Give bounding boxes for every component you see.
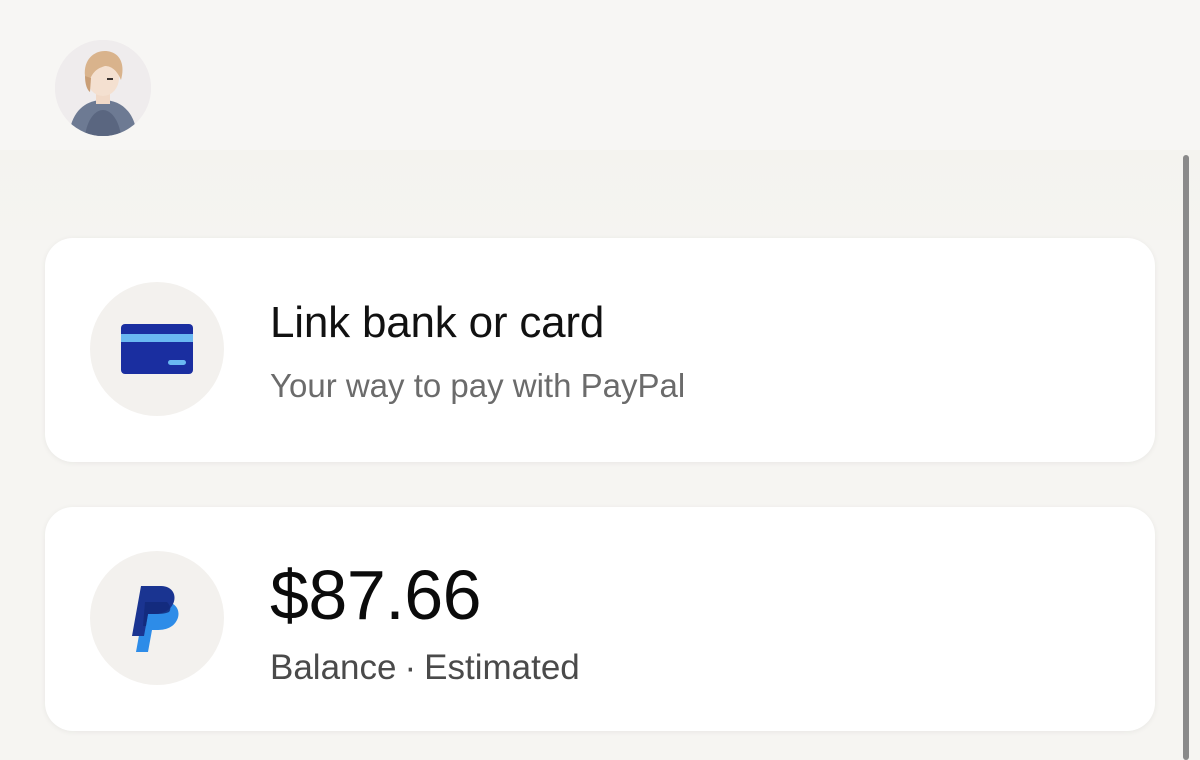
- balance-amount: $87.66: [270, 556, 482, 634]
- balance-meta: Balance · Estimated: [270, 647, 580, 689]
- paypal-logo-icon: [132, 586, 179, 652]
- balance-icon-container: [90, 551, 224, 685]
- separator-dot: ·: [404, 648, 417, 687]
- avatar-illustration-icon: [55, 40, 151, 136]
- app-screen: Link bank or card Your way to pay with P…: [0, 0, 1200, 760]
- link-card-subtitle: Your way to pay with PayPal: [270, 367, 686, 404]
- link-bank-or-card-button[interactable]: Link bank or card Your way to pay with P…: [45, 238, 1155, 462]
- link-card-title: Link bank or card: [270, 298, 605, 347]
- link-card-icon-container: [90, 282, 224, 416]
- header-divider: [0, 150, 1200, 240]
- credit-card-icon: [121, 324, 193, 374]
- header: [0, 0, 1200, 150]
- profile-avatar[interactable]: [55, 40, 151, 136]
- balance-status: Estimated: [424, 648, 580, 687]
- scrollbar[interactable]: [1183, 155, 1189, 760]
- paypal-balance-card[interactable]: $87.66 Balance · Estimated: [45, 507, 1155, 731]
- balance-label: Balance: [270, 648, 397, 687]
